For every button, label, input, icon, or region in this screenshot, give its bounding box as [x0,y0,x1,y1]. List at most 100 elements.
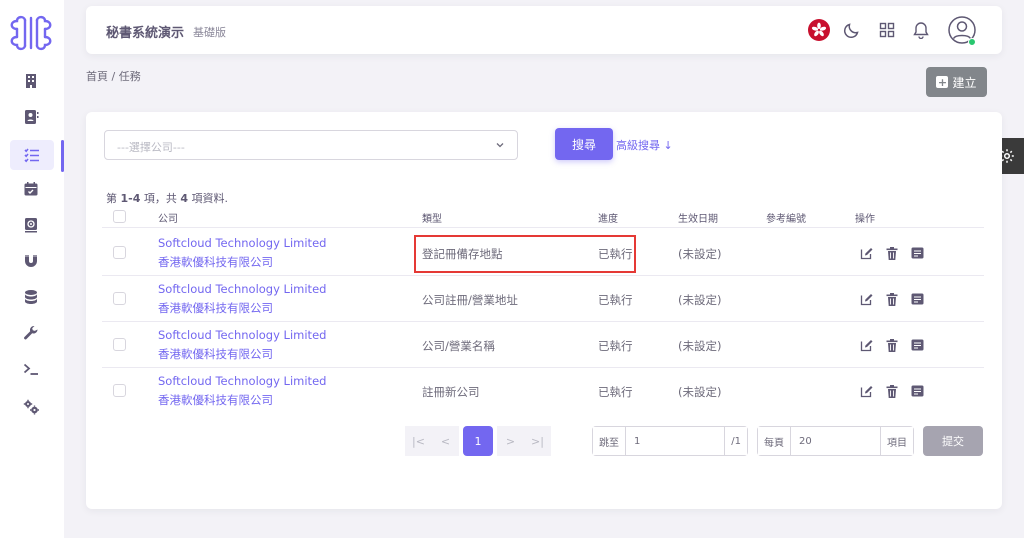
online-status-dot [968,38,976,46]
company-name-en[interactable]: Softcloud Technology Limited [158,282,326,296]
column-header-company[interactable]: 公司 [158,210,178,225]
sidebar-item-contacts[interactable] [16,102,46,132]
sidebar [0,0,64,538]
edit-icon[interactable] [859,384,873,398]
details-icon[interactable] [910,384,924,398]
bell-icon[interactable] [911,20,931,40]
email-icon [25,218,37,233]
gears-icon [23,399,39,415]
sidebar-item-tools[interactable] [16,318,46,348]
tasks-card: ---選擇公司--- 搜尋 高級搜尋 ↓ 第 1-4 項，共 4 項資料. 公司… [86,112,1002,509]
task-progress: 已執行 [598,293,633,307]
task-list-icon [24,148,39,163]
select-all-checkbox[interactable] [113,210,126,223]
row-checkbox[interactable] [113,292,126,305]
sidebar-item-magnet[interactable] [16,246,46,276]
edit-icon[interactable] [859,292,873,306]
company-name-zh[interactable]: 香港軟優科技有限公司 [158,392,273,408]
details-icon[interactable] [910,292,924,306]
company-name-en[interactable]: Softcloud Technology Limited [158,374,326,388]
effective-date: (未設定) [678,385,722,399]
building-icon [26,74,36,88]
column-header-progress[interactable]: 進度 [598,210,618,225]
sidebar-item-calendar[interactable] [16,174,46,204]
grid-icon[interactable] [877,20,897,40]
goto-page-input[interactable]: 1 [625,427,726,455]
effective-date: (未設定) [678,247,722,261]
task-progress: 已執行 [598,385,633,399]
company-select[interactable]: ---選擇公司--- [104,130,518,160]
search-button[interactable]: 搜尋 [555,128,613,160]
goto-page-group: 跳至 1 /1 [592,426,748,456]
task-type: 公司/營業名稱 [422,339,495,353]
sidebar-item-terminal[interactable] [16,354,46,384]
task-type: 公司註冊/營業地址 [422,293,518,307]
advanced-search-link[interactable]: 高級搜尋 ↓ [616,137,673,153]
company-name-en[interactable]: Softcloud Technology Limited [158,236,326,250]
company-name-zh[interactable]: 香港軟優科技有限公司 [158,254,273,270]
contact-book-icon [25,110,39,124]
active-indicator [61,140,64,172]
company-name-zh[interactable]: 香港軟優科技有限公司 [158,346,273,362]
edit-icon[interactable] [859,246,873,260]
wrench-icon [24,325,38,340]
row-checkbox[interactable] [113,384,126,397]
terminal-icon [23,363,38,375]
prev-page-button[interactable]: < [432,426,459,456]
row-divider [102,275,984,276]
row-checkbox[interactable] [113,246,126,259]
delete-icon[interactable] [885,338,899,352]
page-button-current[interactable]: 1 [463,426,493,456]
moon-icon[interactable] [842,20,862,40]
total-pages: /1 [725,427,747,455]
next-page-button[interactable]: > [497,426,524,456]
create-button[interactable]: + 建立 [926,67,987,97]
column-header-reference[interactable]: 參考編號 [766,210,806,225]
column-header-type[interactable]: 類型 [422,210,442,225]
header-divider [102,227,984,228]
app-edition: 基礎版 [193,26,226,39]
top-navbar: 秘書系統演示 基礎版 [86,6,1002,54]
per-page-input[interactable]: 20 [790,427,881,455]
chevron-down-icon [496,143,504,148]
hong-kong-flag-icon[interactable] [808,19,830,41]
plus-icon: + [936,75,949,89]
create-button-label: 建立 [952,75,977,90]
database-icon [25,290,37,304]
goto-label: 跳至 [593,427,625,455]
delete-icon[interactable] [885,246,899,260]
items-label: 項目 [881,427,913,455]
sidebar-item-tasks[interactable] [10,140,54,170]
delete-icon[interactable] [885,292,899,306]
submit-button[interactable]: 提交 [923,426,983,456]
highlight-box [414,235,636,273]
last-page-button[interactable]: >| [524,426,551,456]
delete-icon[interactable] [885,384,899,398]
details-icon[interactable] [910,338,924,352]
row-divider [102,367,984,368]
first-page-button[interactable]: |< [405,426,432,456]
app-logo[interactable] [8,14,54,52]
app-title: 秘書系統演示 [106,26,185,41]
calendar-icon [24,182,38,196]
row-divider [102,321,984,322]
per-page-label: 每頁 [758,427,790,455]
sidebar-item-email[interactable] [16,210,46,240]
results-summary: 第 1-4 項，共 4 項資料. [106,192,229,205]
column-header-actions: 操作 [855,214,875,225]
column-header-effective-date[interactable]: 生效日期 [678,210,718,225]
sidebar-item-database[interactable] [16,282,46,312]
company-name-zh[interactable]: 香港軟優科技有限公司 [158,300,273,316]
effective-date: (未設定) [678,293,722,307]
details-icon[interactable] [910,246,924,260]
magnet-icon [25,255,37,267]
edit-icon[interactable] [859,338,873,352]
per-page-group: 每頁 20 項目 [757,426,914,456]
row-checkbox[interactable] [113,338,126,351]
sidebar-item-companies[interactable] [16,66,46,96]
task-type: 註冊新公司 [422,385,480,399]
sidebar-item-settings[interactable] [16,392,46,422]
pagination: |< < 1 > >| [405,426,551,456]
company-name-en[interactable]: Softcloud Technology Limited [158,328,326,342]
breadcrumb[interactable]: 首頁 / 任務 [86,68,141,84]
